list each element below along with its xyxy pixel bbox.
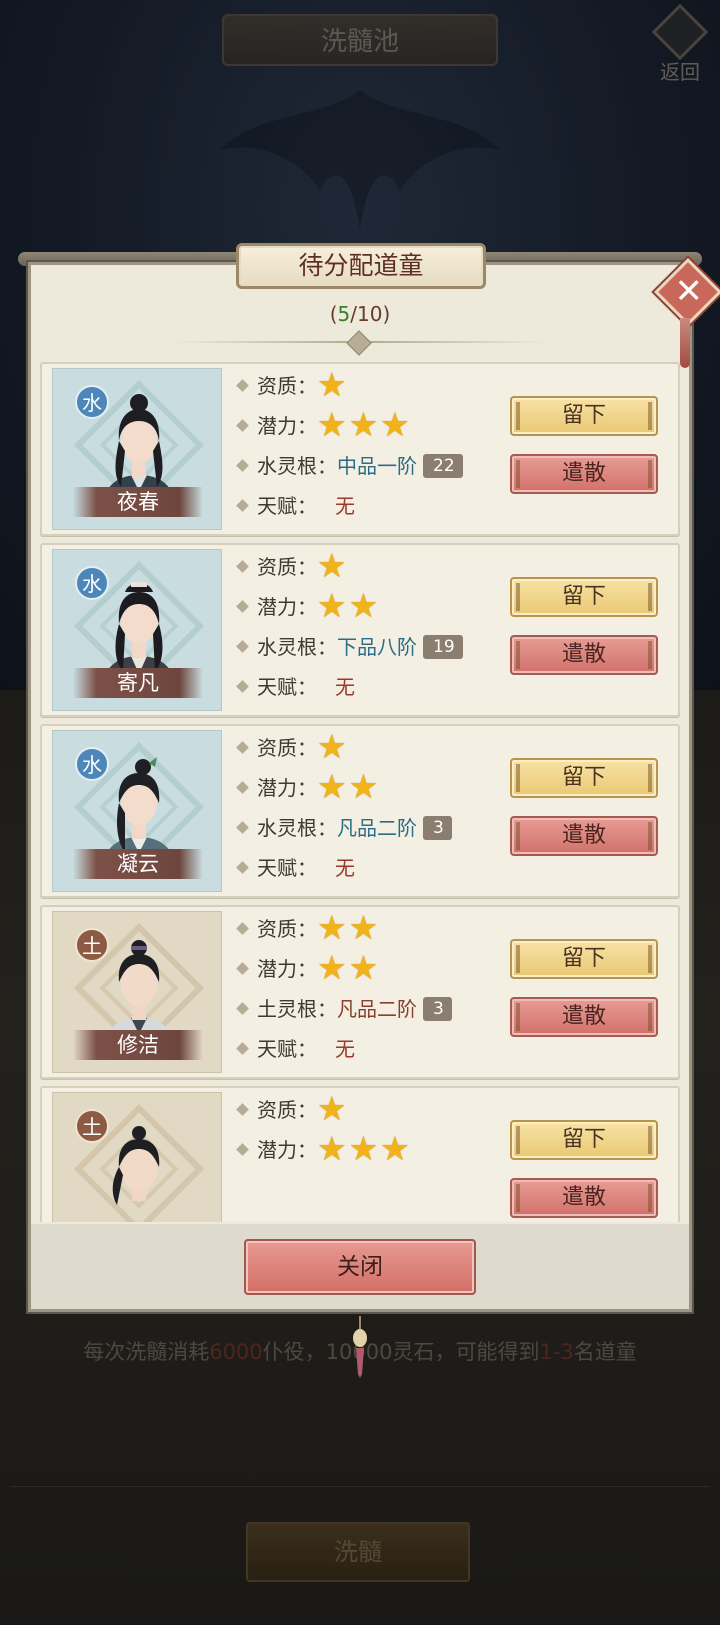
- dismiss-button[interactable]: 遣散: [510, 454, 658, 494]
- disciple-card: 土 资质：★ 潜力：★★★ 留下 遣散: [40, 1086, 680, 1222]
- keep-button[interactable]: 留下: [510, 577, 658, 617]
- spirit-root-row: 土灵根：凡品二阶 3: [236, 991, 452, 1027]
- spirit-root-row: 水灵根：下品八阶 19: [236, 629, 463, 665]
- potential-stars: ★★★: [317, 404, 412, 444]
- spirit-root-row: 水灵根：凡品二阶 3: [236, 810, 452, 846]
- talent-value: 无: [335, 494, 355, 518]
- keep-button[interactable]: 留下: [510, 939, 658, 979]
- count-current: 5: [337, 302, 351, 326]
- disciple-card: 水 凝云 资质：★ 潜力：★★ 水灵根：凡品二阶 3 天赋：无 留下 遣散: [40, 724, 680, 898]
- keep-button[interactable]: 留下: [510, 758, 658, 798]
- potential-row: 潜力：★★: [236, 766, 381, 806]
- disciple-card: 土 修洁 资质：★★ 潜力：★★ 土灵根：凡品二阶 3 天赋：无 留下 遣散: [40, 905, 680, 1079]
- potential-stars: ★★: [317, 585, 381, 625]
- potential-row: 潜力：★★★: [236, 1128, 412, 1168]
- potential-stars: ★★: [317, 766, 381, 806]
- aptitude-row: 资质：★: [236, 545, 349, 585]
- talent-value: 无: [335, 675, 355, 699]
- disciple-portrait: 水 寄凡: [52, 549, 222, 711]
- talent-value: 无: [335, 856, 355, 880]
- aptitude-stars: ★★: [317, 907, 381, 947]
- element-badge: 土: [75, 1109, 109, 1143]
- keep-button[interactable]: 留下: [510, 396, 658, 436]
- potential-stars: ★★: [317, 947, 381, 987]
- element-badge: 水: [75, 747, 109, 781]
- disciple-name: 寄凡: [73, 668, 203, 698]
- dismiss-button[interactable]: 遣散: [510, 635, 658, 675]
- level-tag: 3: [423, 815, 452, 840]
- dismiss-button[interactable]: 遣散: [510, 1178, 658, 1218]
- disciple-count: (5/10): [329, 302, 391, 326]
- keep-button[interactable]: 留下: [510, 1120, 658, 1160]
- disciple-portrait: 水 凝云: [52, 730, 222, 892]
- disciple-card: 水 夜春 资质：★ 潜力：★★★ 水灵根：中品一阶 22 天赋：无 留下 遣散: [40, 362, 680, 536]
- aptitude-stars: ★: [317, 726, 349, 766]
- talent-value: 无: [335, 1037, 355, 1061]
- dialog-title: 待分配道童: [236, 243, 486, 289]
- element-badge: 水: [75, 385, 109, 419]
- talent-row: 天赋：无: [236, 1031, 355, 1067]
- root-grade: 凡品二阶: [337, 997, 417, 1021]
- aptitude-stars: ★: [317, 364, 349, 404]
- disciple-portrait: 土 修洁: [52, 911, 222, 1073]
- spirit-root-row: 水灵根：中品一阶 22: [236, 448, 463, 484]
- disciple-name: 凝云: [73, 849, 203, 879]
- potential-row: 潜力：★★★: [236, 404, 412, 444]
- disciple-card: 水 寄凡 资质：★ 潜力：★★ 水灵根：下品八阶 19 天赋：无 留下 遣散: [40, 543, 680, 717]
- count-total: 10: [357, 302, 383, 326]
- dismiss-button[interactable]: 遣散: [510, 997, 658, 1037]
- aptitude-stars: ★: [317, 1088, 349, 1128]
- level-tag: 3: [423, 996, 452, 1021]
- aptitude-row: 资质：★: [236, 364, 349, 404]
- element-badge: 水: [75, 566, 109, 600]
- level-tag: 19: [423, 634, 463, 659]
- bell-tassel-icon: [353, 1316, 367, 1378]
- aptitude-row: 资质：★: [236, 726, 349, 766]
- disciple-list[interactable]: 水 夜春 资质：★ 潜力：★★★ 水灵根：中品一阶 22 天赋：无 留下 遣散 水…: [40, 362, 680, 1222]
- aptitude-row: 资质：★★: [236, 907, 381, 947]
- disciple-name: 修洁: [73, 1030, 203, 1060]
- talent-row: 天赋：无: [236, 850, 355, 886]
- aptitude-row: 资质：★: [236, 1088, 349, 1128]
- talent-row: 天赋：无: [236, 669, 355, 705]
- aptitude-stars: ★: [317, 545, 349, 585]
- root-grade: 下品八阶: [337, 635, 417, 659]
- element-badge: 土: [75, 928, 109, 962]
- disciple-name: 夜春: [73, 487, 203, 517]
- disciple-portrait: 水 夜春: [52, 368, 222, 530]
- close-button[interactable]: 关闭: [244, 1239, 476, 1295]
- potential-row: 潜力：★★: [236, 947, 381, 987]
- dismiss-button[interactable]: 遣散: [510, 816, 658, 856]
- potential-stars: ★★★: [317, 1128, 412, 1168]
- potential-row: 潜力：★★: [236, 585, 381, 625]
- level-tag: 22: [423, 453, 463, 478]
- root-grade: 中品一阶: [337, 454, 417, 478]
- disciple-portrait: 土: [52, 1092, 222, 1222]
- talent-row: 天赋：无: [236, 488, 355, 524]
- root-grade: 凡品二阶: [337, 816, 417, 840]
